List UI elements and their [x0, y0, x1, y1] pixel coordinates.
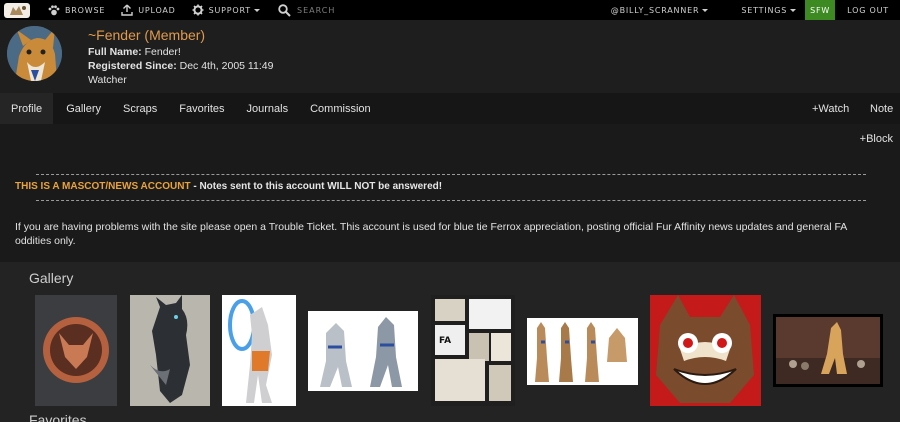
- full-name-line: Full Name: Fender!: [88, 46, 181, 58]
- gallery-thumbnail[interactable]: [773, 314, 883, 387]
- chevron-down-icon: [253, 8, 260, 12]
- thumbnail-image: [650, 295, 761, 406]
- nav-browse[interactable]: BROWSE: [48, 0, 105, 20]
- tab-favorites[interactable]: Favorites: [168, 93, 235, 124]
- note-button[interactable]: Note: [870, 93, 893, 124]
- thumbnail-image: [130, 295, 210, 406]
- chevron-down-icon: [702, 8, 709, 12]
- profile-main: +Block THIS IS A MASCOT/NEWS ACCOUNT - N…: [0, 124, 900, 262]
- sfw-toggle[interactable]: SFW: [805, 0, 836, 20]
- nav-browse-label: BROWSE: [65, 5, 106, 15]
- user-role: Watcher: [88, 74, 127, 86]
- tab-gallery[interactable]: Gallery: [55, 93, 112, 124]
- notice-highlight: THIS IS A MASCOT/NEWS ACCOUNT: [15, 181, 191, 192]
- avatar-image: [7, 26, 62, 81]
- gallery-thumbnail[interactable]: [527, 318, 638, 385]
- account-navigation: @BILLY_SCRANNER SETTINGS SFW LOG OUT: [611, 0, 900, 20]
- full-name-value: Fender!: [144, 46, 181, 58]
- thumbnail-image: [35, 295, 117, 406]
- tab-profile[interactable]: Profile: [0, 93, 54, 124]
- thumbnail-image: FA: [431, 295, 515, 406]
- fa-logo-icon: [4, 2, 30, 18]
- thumbnail-image: [773, 314, 883, 387]
- gallery-thumbnail[interactable]: [650, 295, 761, 406]
- registered-line: Registered Since: Dec 4th, 2005 11:49: [88, 60, 273, 72]
- logout-button[interactable]: LOG OUT: [847, 0, 889, 20]
- block-button[interactable]: +Block: [860, 133, 893, 145]
- divider: [36, 200, 866, 201]
- notice-text: - Notes sent to this account WILL NOT be…: [190, 181, 443, 192]
- user-menu[interactable]: @BILLY_SCRANNER: [611, 0, 709, 20]
- gallery-section: Gallery FA Favorites: [0, 262, 900, 422]
- paw-icon: [48, 4, 60, 15]
- thumbnail-image: [222, 295, 296, 406]
- gallery-thumbnail[interactable]: [130, 295, 210, 406]
- top-navigation: BROWSE UPLOAD SUPPORT SEARCH @BILLY_SCRA…: [0, 0, 900, 20]
- tab-journals[interactable]: Journals: [236, 93, 300, 124]
- search-icon: [278, 3, 291, 17]
- gallery-heading[interactable]: Gallery: [29, 270, 73, 286]
- gallery-thumbnail[interactable]: [222, 295, 296, 406]
- nav-upload[interactable]: UPLOAD: [121, 0, 175, 20]
- gallery-thumbnail[interactable]: [308, 311, 418, 391]
- settings-label: SETTINGS: [741, 5, 788, 15]
- profile-tabs: Profile Gallery Scraps Favorites Journal…: [0, 93, 900, 124]
- divider: [36, 174, 866, 175]
- search-input[interactable]: SEARCH: [278, 0, 335, 20]
- registered-label: Registered Since:: [88, 60, 177, 72]
- favorites-heading[interactable]: Favorites: [29, 412, 87, 422]
- search-placeholder: SEARCH: [296, 5, 336, 15]
- site-logo[interactable]: [0, 0, 34, 20]
- gear-icon: [192, 4, 204, 16]
- full-name-label: Full Name:: [88, 46, 142, 58]
- profile-description: If you are having problems with the site…: [15, 221, 847, 247]
- thumbnail-image: [308, 311, 418, 391]
- logout-label: LOG OUT: [847, 5, 889, 15]
- gallery-thumbnail[interactable]: FA: [431, 295, 515, 406]
- tab-scraps[interactable]: Scraps: [112, 93, 168, 124]
- profile-username[interactable]: ~Fender (Member): [88, 27, 205, 43]
- watch-button[interactable]: +Watch: [812, 93, 849, 124]
- upload-icon: [121, 4, 133, 16]
- user-menu-label: @BILLY_SCRANNER: [610, 5, 700, 15]
- gallery-thumbnail[interactable]: [35, 295, 117, 406]
- account-notice: THIS IS A MASCOT/NEWS ACCOUNT - Notes se…: [15, 181, 442, 192]
- nav-support-label: SUPPORT: [208, 5, 251, 15]
- profile-header: ~Fender (Member) Full Name: Fender! Regi…: [0, 20, 900, 93]
- tab-commission[interactable]: Commission: [299, 93, 382, 124]
- nav-support[interactable]: SUPPORT: [192, 0, 260, 20]
- settings-menu[interactable]: SETTINGS: [741, 0, 797, 20]
- registered-value: Dec 4th, 2005 11:49: [179, 60, 274, 72]
- nav-upload-label: UPLOAD: [138, 5, 176, 15]
- avatar[interactable]: [7, 26, 62, 81]
- thumbnail-image: [527, 318, 638, 385]
- svg-text:FA: FA: [439, 336, 451, 346]
- chevron-down-icon: [790, 8, 797, 12]
